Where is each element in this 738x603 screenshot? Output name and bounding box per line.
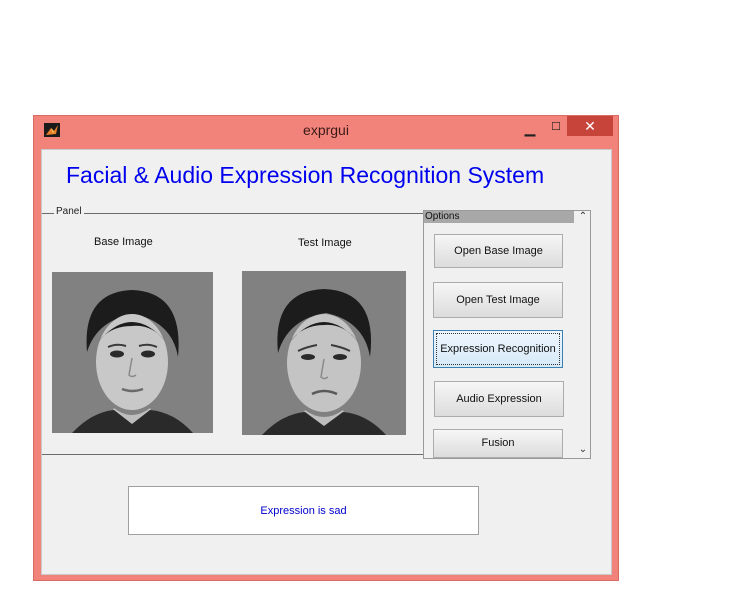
app-heading: Facial & Audio Expression Recognition Sy… — [66, 162, 545, 188]
base-face-image — [52, 272, 213, 433]
panel-title: Panel — [54, 206, 84, 217]
options-title: Options — [425, 211, 460, 222]
scroll-down-icon[interactable]: ⌄ — [577, 444, 589, 456]
options-panel: Options ⌃ Open Base Image Open Test Imag… — [423, 210, 591, 459]
title-bar[interactable]: exprgui ▁ ☐ ✕ — [34, 116, 618, 144]
options-panel-header: Options — [424, 211, 574, 223]
panel-border-bottom — [42, 454, 423, 455]
maximize-button[interactable]: ☐ — [543, 118, 569, 138]
base-image-caption: Base Image — [94, 236, 153, 248]
test-face-image — [242, 271, 406, 435]
close-button[interactable]: ✕ — [567, 116, 613, 136]
expression-recognition-button[interactable]: Expression Recognition — [433, 330, 563, 368]
test-image-caption: Test Image — [298, 237, 352, 249]
open-test-image-button[interactable]: Open Test Image — [433, 282, 563, 318]
scroll-up-icon[interactable]: ⌃ — [577, 211, 589, 223]
fusion-button[interactable]: Fusion — [433, 429, 563, 458]
figure-client-area: Facial & Audio Expression Recognition Sy… — [41, 149, 612, 575]
focus-ring — [436, 333, 560, 365]
audio-expression-button[interactable]: Audio Expression — [434, 381, 564, 417]
panel-border-top — [42, 213, 427, 214]
open-base-image-button[interactable]: Open Base Image — [434, 234, 563, 268]
result-box: Expression is sad — [128, 486, 479, 535]
result-text: Expression is sad — [260, 505, 347, 517]
minimize-button[interactable]: ▁ — [517, 118, 543, 138]
app-window: exprgui ▁ ☐ ✕ Facial & Audio Expression … — [33, 115, 619, 581]
